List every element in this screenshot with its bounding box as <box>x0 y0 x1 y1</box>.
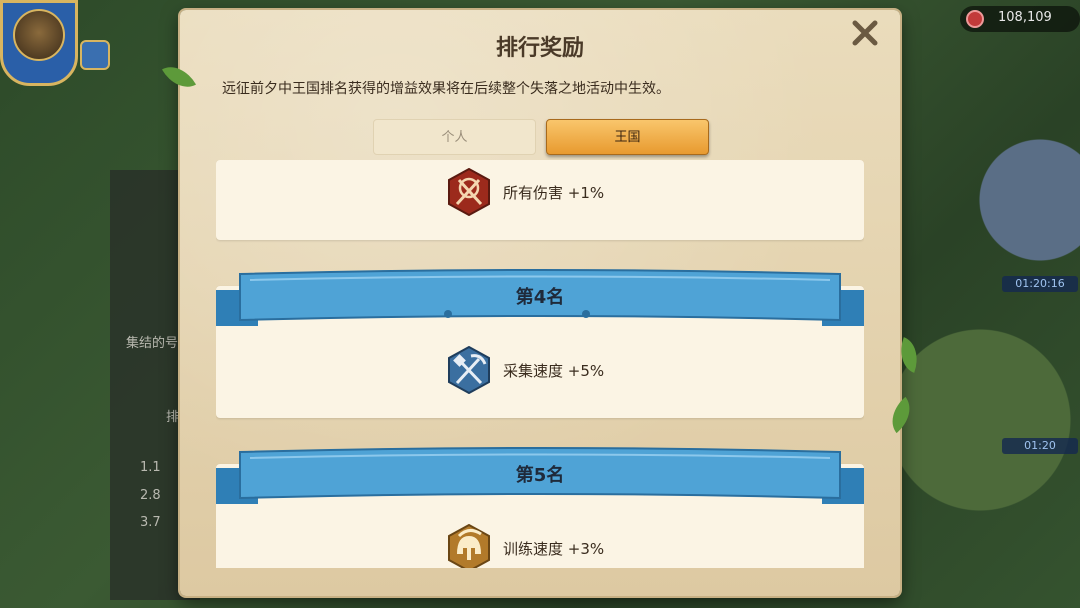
reward-effect-text: 采集速度 +5% <box>503 362 605 380</box>
rank-ribbon: 第5名 <box>216 446 864 504</box>
close-icon <box>852 20 878 46</box>
avatar-portrait <box>13 9 65 61</box>
bg-panel-text: 集结的号 <box>126 336 179 351</box>
crossed-swords-icon <box>448 168 490 216</box>
bg-panel-text: 排 <box>166 410 180 425</box>
player-avatar[interactable] <box>0 0 78 86</box>
pickaxe-shovel-icon <box>448 346 490 394</box>
tab-kingdom[interactable]: 王国 <box>546 119 709 155</box>
close-button[interactable] <box>850 18 880 48</box>
reward-row: 所有伤害 +1% <box>216 164 864 220</box>
reward-effect-text: 所有伤害 +1% <box>503 184 605 202</box>
resource-bar[interactable]: 108,109 <box>960 6 1080 32</box>
dialog-description: 远征前夕中王国排名获得的增益效果将在后续整个失落之地活动中生效。 <box>222 81 670 97</box>
vip-badge-button[interactable] <box>80 40 110 70</box>
reward-row: 训练速度 +3% <box>216 520 864 568</box>
rewards-list[interactable]: 所有伤害 +1% 采集速度 +5% 第4名 训练速度 +3% 第5名 <box>216 160 864 568</box>
side-timer-1: 01:20:16 <box>1002 276 1078 292</box>
side-timer-2: 01:20 <box>1002 438 1078 454</box>
bg-panel-text: 1.1 <box>140 460 161 475</box>
spartan-helmet-icon <box>448 524 490 568</box>
rank-ribbon: 第4名 <box>216 268 864 326</box>
reward-row: 采集速度 +5% <box>216 342 864 398</box>
rank-label: 第5名 <box>515 465 565 486</box>
bg-panel-text: 3.7 <box>140 515 161 530</box>
reward-card: 所有伤害 +1% <box>216 160 864 240</box>
resource-count: 108,109 <box>998 10 1052 25</box>
dialog-title: 排行奖励 <box>495 36 584 61</box>
tab-group: 个人 王国 <box>373 119 709 155</box>
bg-panel-text: 2.8 <box>140 488 161 503</box>
reward-effect-text: 训练速度 +3% <box>503 540 605 558</box>
gem-icon <box>966 10 984 28</box>
tab-personal[interactable]: 个人 <box>373 119 536 155</box>
rank-label: 第4名 <box>515 287 565 308</box>
ranking-rewards-dialog: 排行奖励 远征前夕中王国排名获得的增益效果将在后续整个失落之地活动中生效。 个人… <box>180 10 900 596</box>
